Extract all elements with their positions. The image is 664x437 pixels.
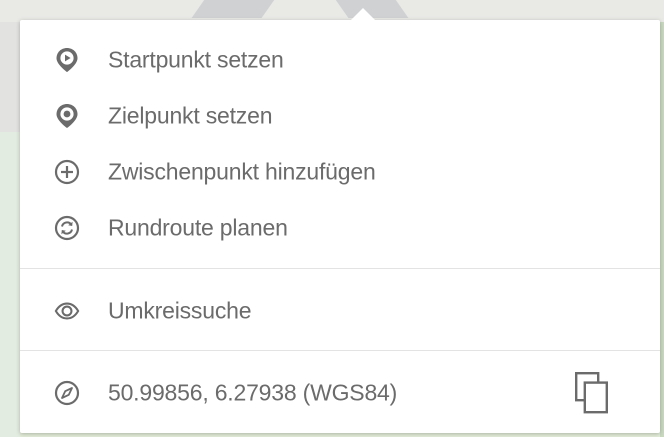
menu-item-set-start[interactable]: Startpunkt setzen xyxy=(20,32,660,88)
menu-item-label: Zielpunkt setzen xyxy=(108,102,273,129)
map-top-area xyxy=(0,0,664,22)
roundtrip-icon xyxy=(54,215,80,241)
context-menu-popup: Startpunkt setzen Zielpunkt setzen Zwisc… xyxy=(20,8,660,433)
copy-coordinates-button[interactable] xyxy=(572,371,612,419)
copy-icon xyxy=(575,371,609,419)
menu-divider xyxy=(20,268,660,269)
map-right-edge xyxy=(660,22,664,437)
menu-item-plan-roundtrip[interactable]: Rundroute planen xyxy=(20,200,660,256)
menu-item-set-destination[interactable]: Zielpunkt setzen xyxy=(20,88,660,144)
menu-item-label: Zwischenpunkt hinzufügen xyxy=(108,158,376,185)
compass-icon xyxy=(54,380,80,406)
menu-item-label: Umkreissuche xyxy=(108,297,252,324)
plus-circle-icon xyxy=(54,159,80,185)
menu-item-add-waypoint[interactable]: Zwischenpunkt hinzufügen xyxy=(20,144,660,200)
menu-item-radius-search[interactable]: Umkreissuche xyxy=(20,283,660,339)
menu-divider xyxy=(20,350,660,351)
map-left-edge-gray xyxy=(0,22,20,132)
destination-pin-icon xyxy=(54,103,80,129)
eye-icon xyxy=(54,298,80,324)
start-pin-icon xyxy=(54,47,80,73)
coordinates-row: 50.99856, 6.27938 (WGS84) xyxy=(20,365,660,421)
menu-item-label: Rundroute planen xyxy=(108,214,288,241)
coordinates-text: 50.99856, 6.27938 (WGS84) xyxy=(108,379,398,406)
map-road xyxy=(191,0,279,18)
menu-item-label: Startpunkt setzen xyxy=(108,46,284,73)
map-left-edge xyxy=(0,22,20,437)
popup-caret xyxy=(351,8,375,20)
